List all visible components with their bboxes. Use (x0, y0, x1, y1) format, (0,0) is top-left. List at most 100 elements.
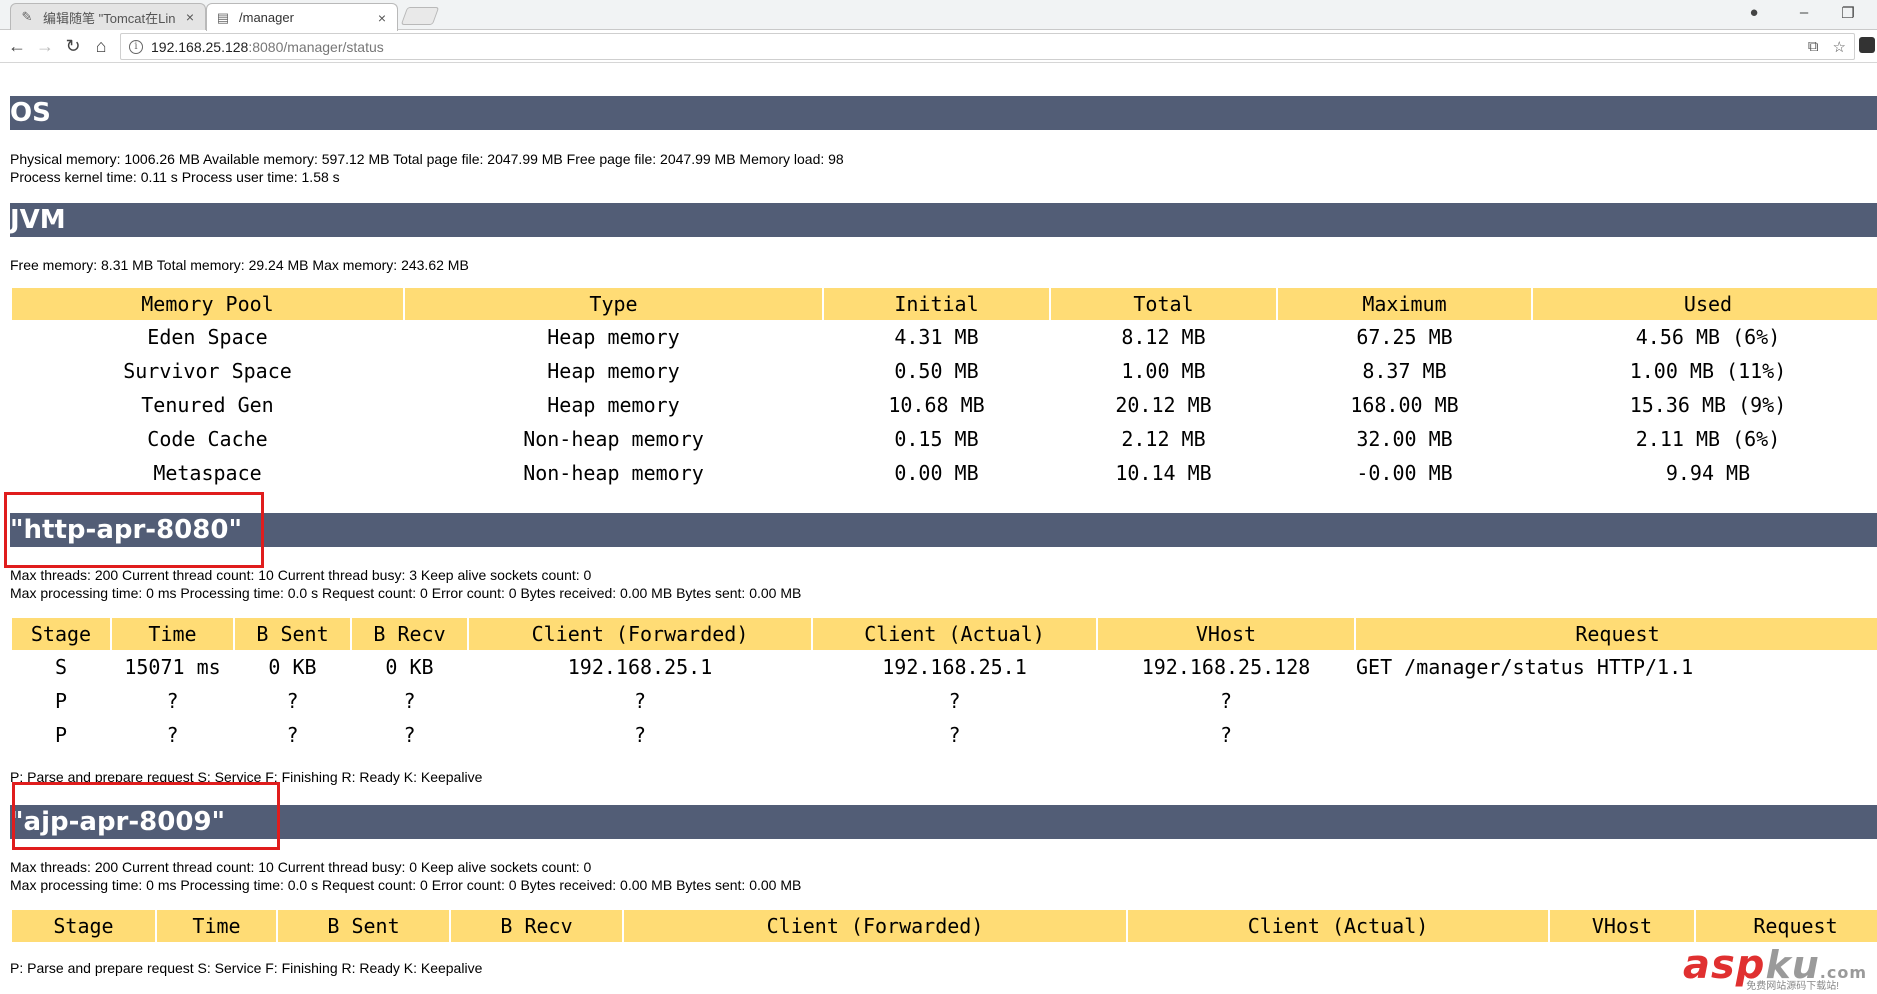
cell: Non-heap memory (523, 461, 704, 485)
table-row: P?????? (12, 684, 1877, 718)
back-icon[interactable]: ← (6, 35, 28, 57)
col-memory-pool: Memory Pool (12, 288, 403, 320)
ajp-thread-info: Max threads: 200 Current thread count: 1… (10, 859, 592, 875)
cell: ? (166, 689, 179, 713)
http-thread-info: Max threads: 200 Current thread count: 1… (10, 567, 592, 583)
os-process-info: Process kernel time: 0.11 s Process user… (10, 169, 340, 185)
cell: Non-heap memory (523, 427, 704, 451)
restore-button[interactable]: ❐ (1834, 4, 1862, 22)
col-request: Request (1696, 910, 1877, 942)
cell: Code Cache (147, 427, 268, 451)
highlight-box (4, 492, 264, 568)
cell: 0.50 MB (894, 359, 979, 383)
cell: ? (948, 723, 961, 747)
cell: ? (403, 689, 416, 713)
col-initial: Initial (824, 288, 1049, 320)
tab-label: /manager (239, 10, 294, 25)
cell (1356, 718, 1877, 752)
cell: 192.168.25.1 (882, 655, 1027, 679)
table-row: Tenured Gen Heap memory 10.68 MB 20.12 MB 16… (12, 388, 1877, 422)
cell: 10.14 MB (1115, 461, 1212, 485)
cell: 9.94 MB (1665, 461, 1751, 485)
col-stage: Stage (12, 910, 155, 942)
cell: Heap memory (547, 325, 680, 349)
cell: 4.31 MB (894, 325, 979, 349)
cell: ? (1219, 723, 1233, 747)
cell: Survivor Space (123, 359, 292, 383)
tab-blog-editor[interactable]: ✎ 编辑随笔 "Tomcat在Lin × (10, 3, 206, 30)
cell: ? (403, 723, 416, 747)
address-bar[interactable]: i 192.168.25.128:8080/manager/status ⧉ ☆ (120, 33, 1855, 60)
cell: Heap memory (547, 359, 680, 383)
table-row: Survivor Space Heap memory 0.50 MB 1.00 MB 8… (12, 354, 1877, 388)
cell: ? (166, 723, 179, 747)
cell: 8.37 MB (1362, 359, 1447, 383)
col-bytes-recv: B Recv (352, 618, 467, 650)
new-tab-button[interactable] (400, 7, 440, 25)
browser-toolbar: ← → ↻ ⌂ i 192.168.25.128:8080/manager/st… (0, 30, 1877, 63)
cell: 192.168.25.1 (567, 655, 713, 679)
col-time: Time (157, 910, 276, 942)
cell: Heap memory (547, 393, 680, 417)
cell: Metaspace (153, 461, 262, 485)
info-icon[interactable]: i (129, 39, 143, 54)
table-header-row: Stage Time B Sent B Recv Client (Forward… (12, 910, 1877, 942)
col-bytes-recv: B Recv (451, 910, 622, 942)
tab-manager[interactable]: ▤ /manager × (206, 3, 398, 31)
home-icon[interactable]: ⌂ (90, 35, 112, 57)
cell: Tenured Gen (141, 393, 274, 417)
profile-icon[interactable]: ● (1740, 4, 1768, 21)
cell: ? (286, 689, 299, 713)
cell: 15.36 MB (9%) (1629, 393, 1787, 417)
table-row: S 15071 ms 0 KB 0 KB 192.168.25.1 192.168.25.… (12, 650, 1877, 684)
cell: ? (633, 723, 647, 747)
os-heading: OS (10, 96, 1877, 130)
table-header-row: Memory Pool Type Initial Total Maximum U… (12, 288, 1877, 320)
cell: 20.12 MB (1115, 393, 1212, 417)
table-row: Metaspace Non-heap memory 0.00 MB 10.14 MB -… (12, 456, 1877, 490)
cell: 2.12 MB (1121, 427, 1206, 451)
tab-label: 编辑随笔 "Tomcat在Lin (43, 10, 176, 26)
cell: 10.68 MB (888, 393, 985, 417)
tab-strip: ✎ 编辑随笔 "Tomcat在Lin × ▤ /manager × ● – ❐ (0, 0, 1877, 31)
cell: ? (1219, 689, 1233, 713)
cell: 192.168.25.128 (1141, 655, 1311, 679)
os-memory-info: Physical memory: 1006.26 MB Available me… (10, 151, 844, 167)
cell: P (54, 689, 68, 713)
url-path: :8080/manager/status (248, 38, 384, 55)
translate-icon[interactable]: ⧉ (1808, 38, 1819, 56)
cell (1356, 684, 1877, 718)
status-page: OS Physical memory: 1006.26 MB Available… (0, 64, 1877, 994)
cell: 67.25 MB (1356, 325, 1453, 349)
bookmark-star-icon[interactable]: ☆ (1833, 38, 1846, 56)
forward-icon[interactable]: → (34, 35, 56, 57)
cell: S (54, 655, 68, 679)
url-host: 192.168.25.128 (151, 38, 249, 55)
cell: 2.11 MB (6%) (1635, 427, 1781, 451)
col-time: Time (112, 618, 233, 650)
cell: 15071 ms (124, 655, 221, 679)
col-bytes-sent: B Sent (235, 618, 350, 650)
close-icon[interactable]: × (375, 10, 389, 26)
ajp-connector-heading: "ajp-apr-8009" (10, 805, 1877, 839)
ajp-request-table: Stage Time B Sent B Recv Client (Forward… (10, 910, 1877, 942)
close-icon[interactable]: × (183, 9, 197, 25)
reload-icon[interactable]: ↻ (62, 35, 84, 57)
stage-legend: P: Parse and prepare request S: Service … (10, 960, 483, 976)
table-row: Code Cache Non-heap memory 0.15 MB 2.12 MB 3… (12, 422, 1877, 456)
http-connector-heading: "http-apr-8080" (10, 513, 1877, 547)
col-client-actual: Client (Actual) (813, 618, 1096, 650)
page-icon: ▤ (216, 9, 230, 25)
minimize-button[interactable]: – (1790, 4, 1818, 21)
http-processing-info: Max processing time: 0 ms Processing tim… (10, 585, 802, 601)
cell: 32.00 MB (1356, 427, 1453, 451)
extension-icon[interactable] (1859, 37, 1875, 53)
cell: ? (633, 689, 647, 713)
memory-pool-table: Memory Pool Type Initial Total Maximum U… (10, 288, 1877, 490)
cell: ? (948, 689, 961, 713)
table-row: Eden Space Heap memory 4.31 MB 8.12 MB 67.25… (12, 320, 1877, 354)
col-bytes-sent: B Sent (278, 910, 449, 942)
cell: Eden Space (147, 325, 268, 349)
cell: 168.00 MB (1350, 393, 1459, 417)
col-vhost: VHost (1550, 910, 1694, 942)
